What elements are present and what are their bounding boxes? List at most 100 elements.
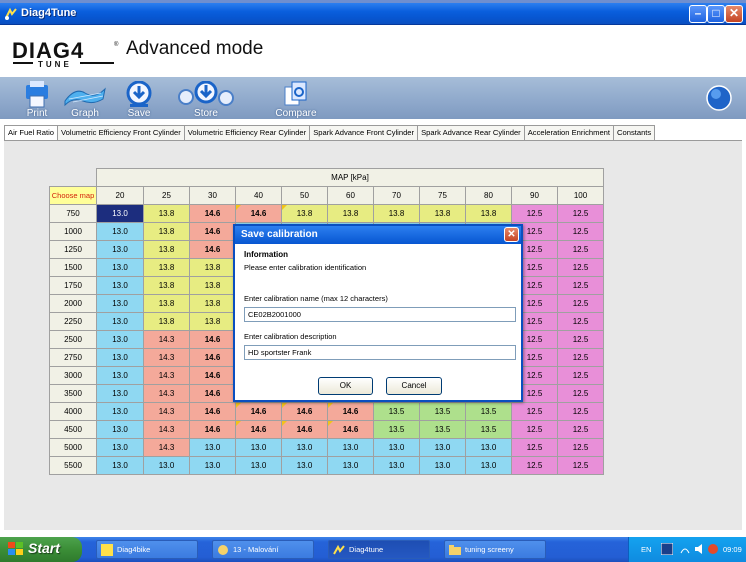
network-icon[interactable] bbox=[679, 543, 691, 555]
afr-cell[interactable]: 13.0 bbox=[373, 456, 420, 475]
afr-cell[interactable]: 12.5 bbox=[557, 294, 604, 313]
afr-cell[interactable]: 13.0 bbox=[281, 456, 328, 475]
afr-cell[interactable]: 13.0 bbox=[96, 240, 144, 259]
afr-cell[interactable]: 13.0 bbox=[419, 438, 466, 457]
afr-cell[interactable]: 13.8 bbox=[465, 204, 512, 223]
choose-map-button[interactable]: Choose map bbox=[49, 186, 97, 205]
afr-cell[interactable]: 13.0 bbox=[327, 438, 374, 457]
afr-cell[interactable]: 14.3 bbox=[143, 366, 190, 385]
save-button[interactable]: Save bbox=[114, 81, 164, 119]
afr-cell[interactable]: 13.0 bbox=[189, 438, 236, 457]
afr-cell[interactable]: 13.0 bbox=[465, 438, 512, 457]
tab-ve-front[interactable]: Volumetric Efficiency Front Cylinder bbox=[57, 125, 185, 140]
afr-cell[interactable]: 13.8 bbox=[143, 240, 190, 259]
task-diag4tune[interactable]: Diag4tune bbox=[328, 540, 430, 559]
afr-cell[interactable]: 13.0 bbox=[96, 366, 144, 385]
afr-cell[interactable]: 13.0 bbox=[96, 330, 144, 349]
tray-app-icon[interactable] bbox=[661, 543, 673, 555]
afr-cell[interactable]: 13.8 bbox=[143, 276, 190, 295]
afr-cell[interactable]: 13.8 bbox=[143, 258, 190, 277]
afr-cell[interactable]: 13.0 bbox=[96, 204, 144, 223]
afr-cell[interactable]: 14.3 bbox=[143, 420, 190, 439]
afr-cell[interactable]: 13.8 bbox=[373, 204, 420, 223]
afr-cell[interactable]: 13.0 bbox=[96, 438, 144, 457]
afr-cell[interactable]: 14.6 bbox=[327, 402, 374, 421]
afr-cell[interactable]: 13.8 bbox=[143, 204, 190, 223]
afr-cell[interactable]: 13.5 bbox=[419, 420, 466, 439]
tab-acceleration-enrichment[interactable]: Acceleration Enrichment bbox=[523, 125, 615, 140]
afr-cell[interactable]: 12.5 bbox=[557, 240, 604, 259]
afr-cell[interactable]: 14.6 bbox=[189, 420, 236, 439]
afr-cell[interactable]: 13.0 bbox=[327, 456, 374, 475]
afr-cell[interactable]: 12.5 bbox=[511, 402, 558, 421]
window-titlebar[interactable]: Diag4Tune – □ ✕ bbox=[0, 3, 746, 25]
afr-cell[interactable]: 14.6 bbox=[327, 420, 374, 439]
afr-cell[interactable]: 13.0 bbox=[96, 258, 144, 277]
afr-cell[interactable]: 13.8 bbox=[189, 276, 236, 295]
print-button[interactable]: Print bbox=[12, 81, 62, 119]
afr-cell[interactable]: 12.5 bbox=[557, 456, 604, 475]
afr-cell[interactable]: 13.0 bbox=[235, 438, 282, 457]
afr-cell[interactable]: 14.6 bbox=[281, 402, 328, 421]
afr-cell[interactable]: 13.0 bbox=[373, 438, 420, 457]
afr-cell[interactable]: 14.6 bbox=[189, 366, 236, 385]
afr-cell[interactable]: 13.0 bbox=[281, 438, 328, 457]
afr-cell[interactable]: 14.6 bbox=[189, 348, 236, 367]
afr-cell[interactable]: 12.5 bbox=[557, 366, 604, 385]
afr-cell[interactable]: 12.5 bbox=[557, 330, 604, 349]
afr-cell[interactable]: 12.5 bbox=[557, 312, 604, 331]
afr-cell[interactable]: 13.0 bbox=[235, 456, 282, 475]
calibration-description-input[interactable] bbox=[244, 345, 516, 360]
tab-ve-rear[interactable]: Volumetric Efficiency Rear Cylinder bbox=[183, 125, 311, 140]
afr-cell[interactable]: 13.0 bbox=[465, 456, 512, 475]
task-malovani[interactable]: 13 - Malování bbox=[212, 540, 314, 559]
afr-cell[interactable]: 13.0 bbox=[96, 420, 144, 439]
task-diag4bike[interactable]: Diag4bike bbox=[96, 540, 198, 559]
afr-cell[interactable]: 13.0 bbox=[96, 312, 144, 331]
afr-cell[interactable]: 14.6 bbox=[189, 402, 236, 421]
afr-cell[interactable]: 14.3 bbox=[143, 330, 190, 349]
minimize-button[interactable]: – bbox=[689, 5, 707, 23]
graph-button[interactable]: Graph bbox=[60, 81, 110, 119]
afr-cell[interactable]: 12.5 bbox=[557, 438, 604, 457]
afr-cell[interactable]: 12.5 bbox=[557, 204, 604, 223]
afr-cell[interactable]: 13.0 bbox=[96, 402, 144, 421]
globe-icon[interactable] bbox=[706, 85, 732, 111]
afr-cell[interactable]: 12.5 bbox=[557, 258, 604, 277]
afr-cell[interactable]: 13.8 bbox=[189, 294, 236, 313]
afr-cell[interactable]: 13.8 bbox=[281, 204, 328, 223]
afr-cell[interactable]: 13.0 bbox=[419, 456, 466, 475]
store-button[interactable]: Store bbox=[174, 81, 238, 119]
afr-cell[interactable]: 14.6 bbox=[189, 240, 236, 259]
afr-cell[interactable]: 14.6 bbox=[235, 204, 282, 223]
afr-cell[interactable]: 14.6 bbox=[235, 402, 282, 421]
start-button[interactable]: Start bbox=[0, 537, 82, 562]
calibration-name-input[interactable] bbox=[244, 307, 516, 322]
tab-air-fuel-ratio[interactable]: Air Fuel Ratio bbox=[4, 125, 59, 141]
afr-cell[interactable]: 13.8 bbox=[143, 312, 190, 331]
afr-cell[interactable]: 13.0 bbox=[96, 276, 144, 295]
afr-cell[interactable]: 13.0 bbox=[96, 222, 144, 241]
afr-cell[interactable]: 14.3 bbox=[143, 348, 190, 367]
afr-cell[interactable]: 14.6 bbox=[281, 420, 328, 439]
afr-cell[interactable]: 13.8 bbox=[189, 312, 236, 331]
afr-cell[interactable]: 14.3 bbox=[143, 384, 190, 403]
afr-cell[interactable]: 12.5 bbox=[557, 402, 604, 421]
afr-cell[interactable]: 14.6 bbox=[189, 384, 236, 403]
afr-cell[interactable]: 14.3 bbox=[143, 438, 190, 457]
task-tuning-screeny[interactable]: tuning screeny bbox=[444, 540, 546, 559]
tab-spark-front[interactable]: Spark Advance Front Cylinder bbox=[309, 125, 419, 140]
afr-cell[interactable]: 12.5 bbox=[557, 420, 604, 439]
afr-cell[interactable]: 13.0 bbox=[96, 294, 144, 313]
afr-cell[interactable]: 13.5 bbox=[465, 402, 512, 421]
afr-cell[interactable]: 14.6 bbox=[235, 420, 282, 439]
afr-cell[interactable]: 12.5 bbox=[511, 204, 558, 223]
dialog-titlebar[interactable]: Save calibration ✕ bbox=[235, 226, 521, 244]
afr-cell[interactable]: 13.8 bbox=[143, 294, 190, 313]
afr-cell[interactable]: 14.3 bbox=[143, 402, 190, 421]
afr-cell[interactable]: 14.6 bbox=[189, 204, 236, 223]
dialog-close-button[interactable]: ✕ bbox=[504, 227, 519, 242]
maximize-button[interactable]: □ bbox=[707, 5, 725, 23]
afr-cell[interactable]: 12.5 bbox=[511, 420, 558, 439]
close-button[interactable]: ✕ bbox=[725, 5, 743, 23]
